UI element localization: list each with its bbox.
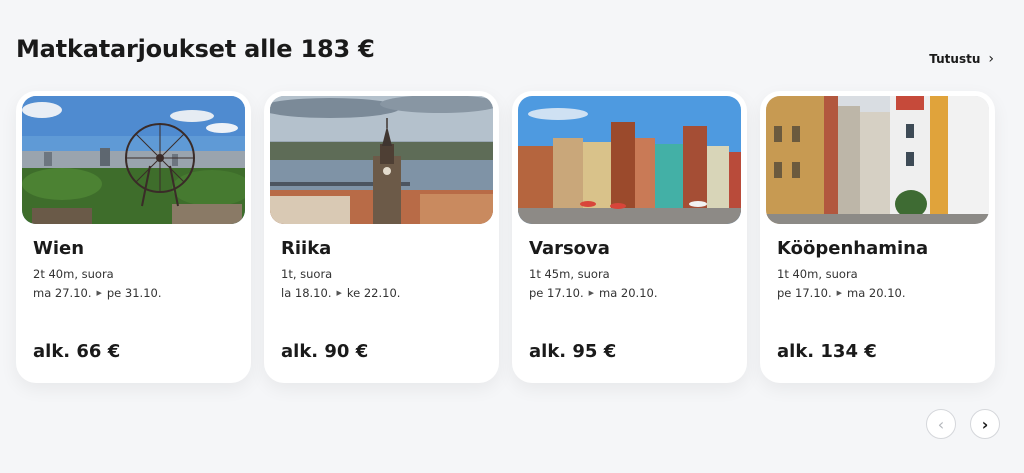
chevron-left-icon: ‹ (937, 414, 945, 434)
travel-dates: pe 17.10. ▶ ma 20.10. (777, 286, 905, 300)
page-title: Matkatarjoukset alle 183 € (16, 35, 375, 63)
travel-dates: la 18.10. ▶ ke 22.10. (281, 286, 400, 300)
departure-date: ma 27.10. (33, 286, 92, 300)
triangle-right-icon: ▶ (836, 289, 842, 297)
travel-dates: pe 17.10. ▶ ma 20.10. (529, 286, 657, 300)
chevron-right-icon: › (981, 414, 989, 434)
return-date: ma 20.10. (847, 286, 906, 300)
flight-duration: 1t 40m, suora (777, 267, 858, 281)
explore-link[interactable]: Tutustu › (929, 52, 994, 66)
next-button[interactable]: › (970, 409, 1000, 439)
destination-photo (766, 96, 989, 224)
deal-card-varsova[interactable]: Varsova 1t 45m, suora pe 17.10. ▶ ma 20.… (512, 91, 747, 383)
explore-label: Tutustu (929, 52, 981, 66)
destination-name: Kööpenhamina (777, 238, 929, 259)
triangle-right-icon: ▶ (588, 289, 594, 297)
flight-duration: 2t 40m, suora (33, 267, 114, 281)
return-date: ke 22.10. (346, 286, 401, 300)
deal-card-riika[interactable]: Riika 1t, suora la 18.10. ▶ ke 22.10. al… (264, 91, 499, 383)
departure-date: pe 17.10. (777, 286, 832, 300)
destination-name: Riika (281, 238, 332, 259)
chevron-right-icon: › (988, 51, 994, 67)
previous-button[interactable]: ‹ (926, 409, 956, 439)
departure-date: la 18.10. (281, 286, 332, 300)
price: alk. 95 € (529, 341, 617, 362)
triangle-right-icon: ▶ (336, 289, 342, 297)
triangle-right-icon: ▶ (96, 289, 102, 297)
travel-dates: ma 27.10. ▶ pe 31.10. (33, 286, 161, 300)
deal-card-wien[interactable]: Wien 2t 40m, suora ma 27.10. ▶ pe 31.10.… (16, 91, 251, 383)
destination-name: Wien (33, 238, 85, 259)
return-date: pe 31.10. (106, 286, 162, 300)
destination-name: Varsova (529, 238, 610, 259)
destination-photo (518, 96, 741, 224)
deal-cards: Wien 2t 40m, suora ma 27.10. ▶ pe 31.10.… (16, 91, 995, 383)
return-date: ma 20.10. (599, 286, 658, 300)
destination-photo (270, 96, 493, 224)
price: alk. 90 € (281, 341, 369, 362)
flight-duration: 1t, suora (281, 267, 333, 281)
price: alk. 66 € (33, 341, 121, 362)
deal-card-koopenhamina[interactable]: Kööpenhamina 1t 40m, suora pe 17.10. ▶ m… (760, 91, 995, 383)
departure-date: pe 17.10. (529, 286, 584, 300)
flight-duration: 1t 45m, suora (529, 267, 610, 281)
price: alk. 134 € (777, 341, 877, 362)
destination-photo (22, 96, 245, 224)
